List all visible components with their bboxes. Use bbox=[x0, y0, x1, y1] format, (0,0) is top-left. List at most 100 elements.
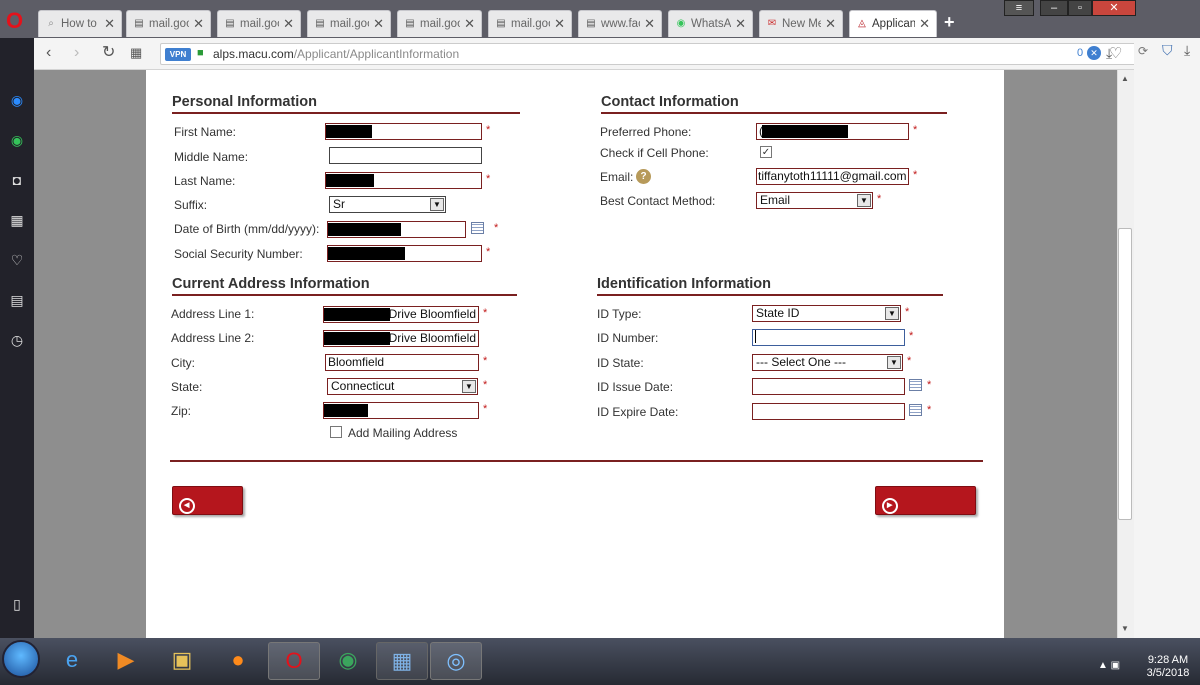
close-tab-icon[interactable]: ✕ bbox=[735, 16, 746, 32]
whatsapp-icon[interactable]: ◉ bbox=[7, 130, 27, 150]
reload-icon[interactable]: ↻ bbox=[102, 45, 115, 61]
id-number-input[interactable] bbox=[752, 329, 905, 346]
url-text[interactable]: alps.macu.com/Applicant/ApplicantInforma… bbox=[213, 47, 459, 61]
sidebar-toggle-icon[interactable]: ▯ bbox=[7, 594, 27, 614]
required-mark: * bbox=[494, 222, 499, 234]
lock-icon[interactable]: ■ bbox=[197, 47, 207, 60]
browser-tab[interactable]: ▤mail.goo✕ bbox=[307, 10, 391, 37]
continue-button[interactable]: ▶ CONTINUE bbox=[875, 486, 976, 535]
ssn-input[interactable] bbox=[327, 245, 482, 262]
close-tab-icon[interactable]: ✕ bbox=[554, 16, 565, 32]
close-tab-icon[interactable]: ✕ bbox=[104, 16, 115, 32]
history-icon[interactable]: ◷ bbox=[7, 330, 27, 350]
new-tab-button[interactable]: + bbox=[944, 12, 955, 33]
tabs-grid-icon[interactable]: ▦ bbox=[130, 45, 142, 61]
zip-input[interactable] bbox=[323, 402, 479, 419]
required-mark: * bbox=[483, 379, 488, 391]
vpn-badge[interactable]: VPN bbox=[165, 48, 191, 61]
camera-icon[interactable]: ◘ bbox=[7, 170, 27, 190]
suffix-label: Suffix: bbox=[174, 198, 208, 212]
city-input[interactable]: Bloomfield bbox=[325, 354, 479, 371]
id-issue-date-input[interactable] bbox=[752, 378, 905, 395]
chrome-icon[interactable]: ◉ bbox=[322, 642, 374, 680]
browser-tab[interactable]: ◬ Applican ✕ bbox=[849, 10, 937, 37]
media-player-icon[interactable]: ▶ bbox=[100, 642, 152, 680]
calendar-icon[interactable] bbox=[471, 222, 484, 234]
back-nav-icon[interactable]: ‹ bbox=[46, 45, 51, 61]
maximize-button[interactable]: ▫ bbox=[1068, 0, 1092, 16]
mailing-address-label[interactable]: Add Mailing Address bbox=[348, 426, 457, 440]
middle-name-input[interactable] bbox=[329, 147, 482, 164]
id-state-select[interactable]: --- Select One --- ▼ bbox=[752, 354, 903, 371]
news-icon[interactable]: ▤ bbox=[7, 290, 27, 310]
close-tab-icon[interactable]: ✕ bbox=[825, 16, 836, 32]
url-path: /Applicant/ApplicantInformation bbox=[293, 47, 460, 61]
menu-icon[interactable]: ≡ bbox=[1004, 0, 1034, 16]
required-mark: * bbox=[905, 306, 910, 318]
email-input[interactable]: tiffanytoth11111@gmail.com bbox=[756, 168, 909, 185]
close-tab-icon[interactable]: ✕ bbox=[373, 16, 384, 32]
address-line2-input[interactable]: Drive Bloomfield bbox=[323, 330, 479, 347]
scroll-up-arrow-icon[interactable]: ▲ bbox=[1121, 74, 1129, 83]
opera-logo-icon[interactable]: O bbox=[6, 10, 26, 32]
contact-method-select[interactable]: Email ▼ bbox=[756, 192, 873, 209]
required-mark: * bbox=[909, 330, 914, 342]
state-select[interactable]: Connecticut ▼ bbox=[327, 378, 478, 395]
control-panel-icon[interactable]: ▦ bbox=[376, 642, 428, 680]
url-field[interactable]: VPN ■ alps.macu.com/Applicant/ApplicantI… bbox=[160, 43, 1136, 65]
suffix-select[interactable]: Sr ▼ bbox=[329, 196, 446, 213]
calendar-icon[interactable] bbox=[909, 404, 922, 416]
mailing-address-checkbox[interactable] bbox=[330, 426, 342, 438]
close-tab-icon[interactable]: ✕ bbox=[919, 16, 930, 32]
adblock-icon[interactable]: ✕ bbox=[1087, 46, 1101, 60]
system-tray[interactable]: ▲ ▣ bbox=[1098, 660, 1120, 671]
dob-input[interactable] bbox=[327, 221, 466, 238]
preferred-phone-input[interactable]: ( bbox=[756, 123, 909, 140]
help-icon[interactable]: ? bbox=[636, 169, 651, 184]
close-tab-icon[interactable]: ✕ bbox=[464, 16, 475, 32]
heart-icon[interactable]: ♡ bbox=[7, 250, 27, 270]
id-expire-date-input[interactable] bbox=[752, 403, 905, 420]
download-icon[interactable]: ⤓ bbox=[1106, 45, 1112, 61]
forward-nav-icon[interactable]: › bbox=[74, 45, 79, 61]
back-button[interactable]: ◀ BACK bbox=[172, 486, 243, 535]
first-name-input[interactable] bbox=[325, 123, 482, 140]
download-icon: ⤓ bbox=[1184, 42, 1191, 58]
minimize-button[interactable]: – bbox=[1040, 0, 1068, 16]
chevron-down-icon[interactable]: ▼ bbox=[887, 356, 901, 369]
chevron-down-icon[interactable]: ▼ bbox=[430, 198, 444, 211]
tab-label: mail.goo bbox=[511, 18, 550, 30]
chevron-down-icon[interactable]: ▼ bbox=[885, 307, 899, 320]
messenger-icon[interactable]: ◉ bbox=[7, 90, 27, 110]
close-tab-icon[interactable]: ✕ bbox=[193, 16, 204, 32]
taskbar-clock[interactable]: 9:28 AM 3/5/2018 bbox=[1140, 654, 1196, 680]
speed-dial-icon[interactable]: ▦ bbox=[7, 210, 27, 230]
file-explorer-icon[interactable]: ▣ bbox=[156, 642, 208, 680]
scrollbar-thumb[interactable] bbox=[1118, 228, 1132, 520]
last-name-input[interactable] bbox=[325, 172, 482, 189]
firefox-icon[interactable]: ● bbox=[212, 642, 264, 680]
scroll-down-arrow-icon[interactable]: ▼ bbox=[1121, 624, 1129, 633]
chevron-down-icon[interactable]: ▼ bbox=[462, 380, 476, 393]
browser-tab[interactable]: ▤mail.goo✕ bbox=[126, 10, 211, 37]
start-button[interactable] bbox=[2, 640, 40, 678]
browser-tab[interactable]: ▤mail.goo✕ bbox=[217, 10, 301, 37]
opera-taskbar-icon[interactable]: O bbox=[268, 642, 320, 680]
calendar-icon[interactable] bbox=[909, 379, 922, 391]
adblock-count[interactable]: 0 bbox=[1077, 47, 1083, 59]
address-line1-input[interactable]: Drive Bloomfield bbox=[323, 306, 479, 323]
browser-tab[interactable]: ▤mail.goo✕ bbox=[488, 10, 572, 37]
browser-tab[interactable]: ▤mail.goo✕ bbox=[397, 10, 482, 37]
close-tab-icon[interactable]: ✕ bbox=[644, 16, 655, 32]
browser-tab[interactable]: ▤ www.fac ✕ bbox=[578, 10, 662, 37]
browser-tab[interactable]: ⌕ How to I ✕ bbox=[38, 10, 122, 37]
internet-explorer-icon[interactable]: e bbox=[46, 642, 98, 680]
app-taskbar-icon[interactable]: ◎ bbox=[430, 642, 482, 680]
browser-tab[interactable]: ✉ New Me ✕ bbox=[759, 10, 843, 37]
browser-tab[interactable]: ◉ WhatsAp✕ bbox=[668, 10, 753, 37]
cell-phone-checkbox[interactable]: ✓ bbox=[760, 146, 772, 158]
close-tab-icon[interactable]: ✕ bbox=[283, 16, 294, 32]
close-window-button[interactable]: ✕ bbox=[1092, 0, 1136, 16]
id-type-select[interactable]: State ID ▼ bbox=[752, 305, 901, 322]
chevron-down-icon[interactable]: ▼ bbox=[857, 194, 871, 207]
